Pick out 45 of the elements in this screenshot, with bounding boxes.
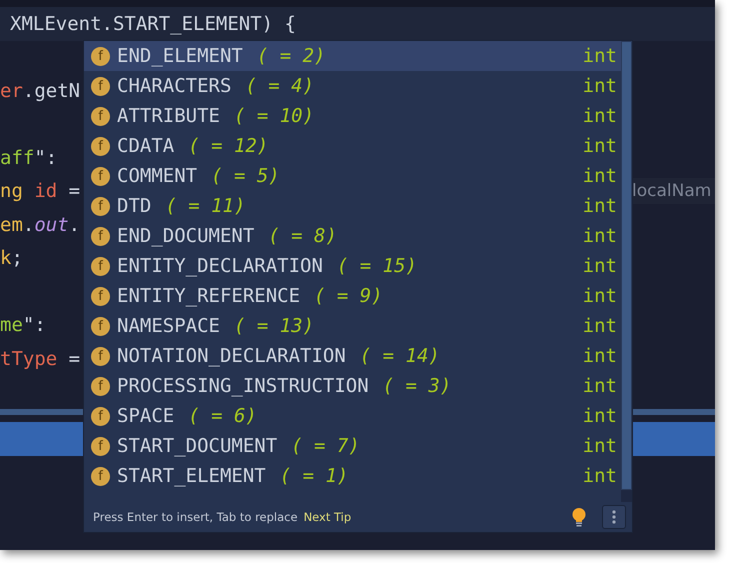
completion-item[interactable]: f NAMESPACE ( = 13) int	[84, 311, 621, 341]
field-icon: f	[91, 316, 110, 336]
code-line: em.out.	[0, 214, 80, 236]
field-icon: f	[91, 226, 110, 246]
completion-item[interactable]: f START_DOCUMENT ( = 7) int	[84, 431, 621, 461]
code-line: tType =	[0, 348, 80, 370]
completion-item[interactable]: f ENTITY_DECLARATION ( = 15) int	[84, 251, 621, 281]
completion-item[interactable]: f DTD ( = 11) int	[84, 191, 621, 221]
code-line: aff":	[0, 146, 58, 169]
completion-item[interactable]: f END_ELEMENT ( = 2) int	[84, 41, 621, 71]
field-icon: f	[91, 76, 110, 96]
more-icon	[612, 510, 616, 524]
completion-item[interactable]: f ATTRIBUTE ( = 10) int	[84, 101, 621, 131]
completion-item[interactable]: f ENTITY_REFERENCE ( = 9) int	[84, 281, 621, 311]
field-icon: f	[91, 196, 110, 216]
completion-item[interactable]: f CDATA ( = 12) int	[84, 131, 621, 161]
field-icon: f	[91, 376, 110, 396]
code-line: ng id =	[0, 180, 80, 202]
field-icon: f	[91, 286, 110, 306]
completion-item[interactable]: f COMMENT ( = 5) int	[84, 161, 621, 191]
scrollbar-thumb[interactable]	[621, 41, 632, 490]
field-icon: f	[91, 346, 110, 366]
field-icon: f	[91, 46, 110, 66]
field-icon: f	[91, 166, 110, 186]
field-icon: f	[91, 256, 110, 276]
completion-item[interactable]: f SPACE ( = 6) int	[84, 401, 621, 431]
completion-item[interactable]: f NOTATION_DECLARATION ( = 14) int	[84, 341, 621, 371]
completion-item[interactable]: f END_DOCUMENT ( = 8) int	[84, 221, 621, 251]
code-line: me":	[0, 314, 46, 336]
next-tip-link[interactable]: Next Tip	[304, 510, 352, 524]
field-icon: f	[91, 406, 110, 426]
code-line: XMLEvent.START_ELEMENT) {	[9, 12, 296, 35]
more-button[interactable]	[602, 505, 626, 529]
completion-item[interactable]: f START_ELEMENT ( = 1) int	[84, 461, 621, 491]
field-icon: f	[91, 466, 110, 486]
code-line: k;	[0, 247, 23, 270]
completion-item[interactable]: f PROCESSING_INSTRUCTION ( = 3) int	[84, 371, 621, 401]
footer-hint: Press Enter to insert, Tab to replace	[93, 510, 298, 524]
lightbulb-icon[interactable]	[572, 508, 586, 526]
field-icon: f	[91, 136, 110, 156]
field-icon: f	[91, 106, 110, 126]
code-line: er.getN	[0, 80, 80, 102]
inline-hint: localNam	[632, 178, 715, 204]
field-icon: f	[91, 436, 110, 456]
completion-item[interactable]: f CHARACTERS ( = 4) int	[84, 71, 621, 101]
